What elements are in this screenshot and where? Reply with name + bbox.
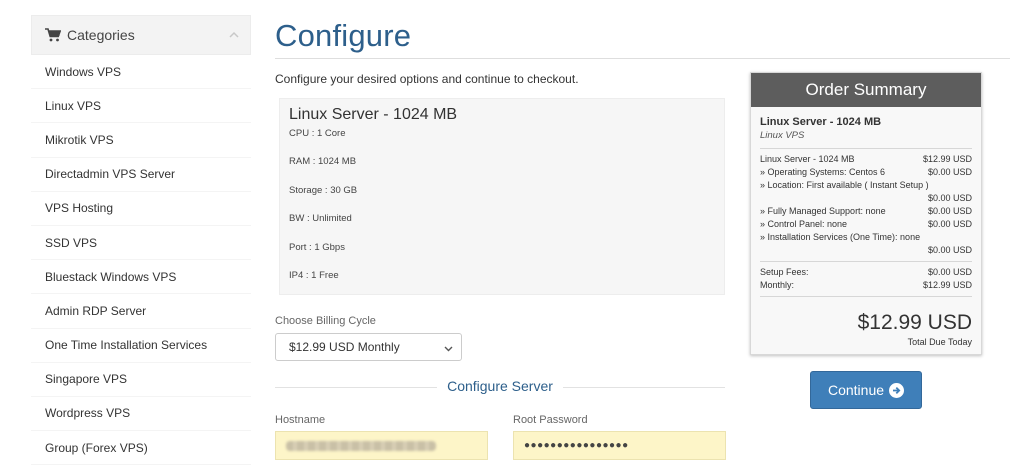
configure-server-divider: Configure Server: [275, 377, 725, 397]
sidebar-item-windows-vps[interactable]: Windows VPS: [31, 55, 251, 90]
sidebar-item-admin-rdp-server[interactable]: Admin RDP Server: [31, 294, 251, 329]
arrow-right-circle-icon: [889, 382, 905, 398]
category-list: Windows VPS Linux VPS Mikrotik VPS Direc…: [31, 55, 251, 466]
summary-setup-fees: Setup Fees: $0.00 USD: [760, 266, 972, 279]
sidebar-item-label: One Time Installation Services: [45, 338, 208, 353]
configure-server-heading: Configure Server: [437, 378, 563, 394]
sidebar-item-label: Group (Forex VPS): [45, 440, 148, 455]
sidebar-item-wordpress-vps[interactable]: Wordpress VPS: [31, 397, 251, 432]
sidebar-item-installation-services[interactable]: One Time Installation Services: [31, 329, 251, 363]
sidebar-item-label: Wordpress VPS: [45, 406, 131, 421]
summary-line-label: » Location: First available ( Instant Se…: [760, 180, 929, 190]
page-title: Configure: [275, 18, 412, 53]
total-due-amount: $12.99 USD: [857, 311, 972, 334]
setup-fees-label: Setup Fees:: [760, 267, 809, 277]
summary-divider: [760, 296, 972, 297]
order-summary-title: Order Summary: [751, 73, 981, 107]
sidebar-item-bluestack-windows-vps[interactable]: Bluestack Windows VPS: [31, 260, 251, 295]
summary-line-amount: $0.00 USD: [927, 193, 972, 203]
order-summary: Order Summary Linux Server - 1024 MB Lin…: [750, 72, 982, 355]
total-due-label: Total Due Today: [907, 337, 972, 347]
product-name: Linux Server - 1024 MB: [289, 106, 458, 123]
hostname-label: Hostname: [275, 414, 326, 426]
monthly-label: Monthly:: [760, 280, 795, 290]
continue-button-label: Continue: [827, 382, 885, 398]
summary-line: » Installation Services (One Time): none…: [760, 231, 972, 257]
sidebar-item-vps-hosting[interactable]: VPS Hosting: [31, 192, 251, 226]
sidebar-item-label: Bluestack Windows VPS: [45, 269, 177, 284]
summary-line-amount: $12.99 USD: [922, 154, 972, 164]
summary-line: » Operating Systems: Centos 6 $0.00 USD: [760, 166, 972, 179]
title-divider: [275, 58, 1010, 59]
sidebar-item-ssd-vps[interactable]: SSD VPS: [31, 226, 251, 261]
setup-fees-amount: $0.00 USD: [927, 267, 972, 277]
spec-storage: Storage : 30 GB: [289, 184, 358, 196]
summary-line-label: » Control Panel: none: [760, 219, 848, 229]
summary-line-label: » Operating Systems: Centos 6: [760, 167, 886, 177]
spec-cpu: CPU : 1 Core: [289, 128, 346, 139]
summary-line-label: Linux Server - 1024 MB: [760, 154, 855, 164]
spec-bandwidth: BW : Unlimited: [289, 213, 352, 225]
summary-line-label: » Installation Services (One Time): none: [760, 232, 921, 242]
chevron-up-icon[interactable]: [229, 29, 239, 41]
chevron-down-icon: [444, 342, 453, 352]
sidebar-item-label: SSD VPS: [45, 235, 98, 250]
sidebar-item-label: Admin RDP Server: [45, 303, 147, 318]
summary-line: Linux Server - 1024 MB $12.99 USD: [760, 153, 972, 166]
spec-port: Port : 1 Gbps: [289, 241, 345, 253]
sidebar-item-label: VPS Hosting: [45, 201, 114, 216]
sidebar-item-singapore-vps[interactable]: Singapore VPS: [31, 363, 251, 397]
sidebar-item-label: Singapore VPS: [45, 372, 128, 387]
sidebar-item-directadmin-vps[interactable]: Directadmin VPS Server: [31, 158, 251, 192]
sidebar-item-label: Windows VPS: [45, 64, 122, 79]
summary-divider: [760, 261, 972, 262]
summary-divider: [760, 148, 972, 149]
summary-line-amount: $0.00 USD: [927, 167, 972, 177]
summary-line: » Fully Managed Support: none $0.00 USD: [760, 205, 972, 218]
sidebar-title: Categories: [67, 27, 135, 43]
intro-text: Configure your desired options and conti…: [275, 72, 579, 86]
summary-line: » Location: First available ( Instant Se…: [760, 179, 972, 205]
billing-cycle-select[interactable]: $12.99 USD Monthly: [275, 333, 462, 361]
root-password-input[interactable]: ●●●●●●●●●●●●●●●●: [513, 431, 726, 460]
billing-cycle-value: $12.99 USD Monthly: [289, 340, 400, 354]
billing-cycle-label: Choose Billing Cycle: [275, 315, 376, 327]
summary-line: » Control Panel: none $0.00 USD: [760, 218, 972, 231]
root-password-value: ●●●●●●●●●●●●●●●●: [524, 440, 629, 451]
sidebar-item-label: Mikrotik VPS: [45, 132, 114, 147]
summary-line-amount: $0.00 USD: [927, 245, 972, 255]
summary-product-name: Linux Server - 1024 MB: [760, 116, 882, 128]
summary-monthly: Monthly: $12.99 USD: [760, 279, 972, 292]
sidebar-item-label: Directadmin VPS Server: [45, 167, 176, 182]
sidebar-item-forex-vps[interactable]: Group (Forex VPS): [31, 431, 251, 466]
hostname-value-redacted: [286, 440, 436, 451]
sidebar-item-label: Linux VPS: [45, 98, 102, 113]
sidebar-item-mikrotik-vps[interactable]: Mikrotik VPS: [31, 123, 251, 158]
monthly-amount: $12.99 USD: [922, 280, 972, 290]
shopping-cart-icon: [45, 28, 61, 42]
summary-line-label: » Fully Managed Support: none: [760, 206, 886, 216]
sidebar-header[interactable]: Categories: [31, 15, 251, 55]
root-password-label: Root Password: [513, 414, 588, 426]
summary-product-group: Linux VPS: [760, 130, 805, 141]
hostname-input[interactable]: [275, 431, 488, 460]
spec-ram: RAM : 1024 MB: [289, 156, 357, 168]
summary-line-amount: $0.00 USD: [927, 219, 972, 229]
summary-line-amount: $0.00 USD: [927, 206, 972, 216]
product-info-panel: Linux Server - 1024 MB CPU : 1 Core RAM …: [279, 98, 725, 295]
spec-ipv4: IP4 : 1 Free: [289, 269, 339, 281]
sidebar-item-linux-vps[interactable]: Linux VPS: [31, 89, 251, 124]
sidebar: Categories Windows VPS Linux VPS Mikroti…: [31, 15, 251, 466]
continue-button[interactable]: Continue: [810, 371, 922, 409]
